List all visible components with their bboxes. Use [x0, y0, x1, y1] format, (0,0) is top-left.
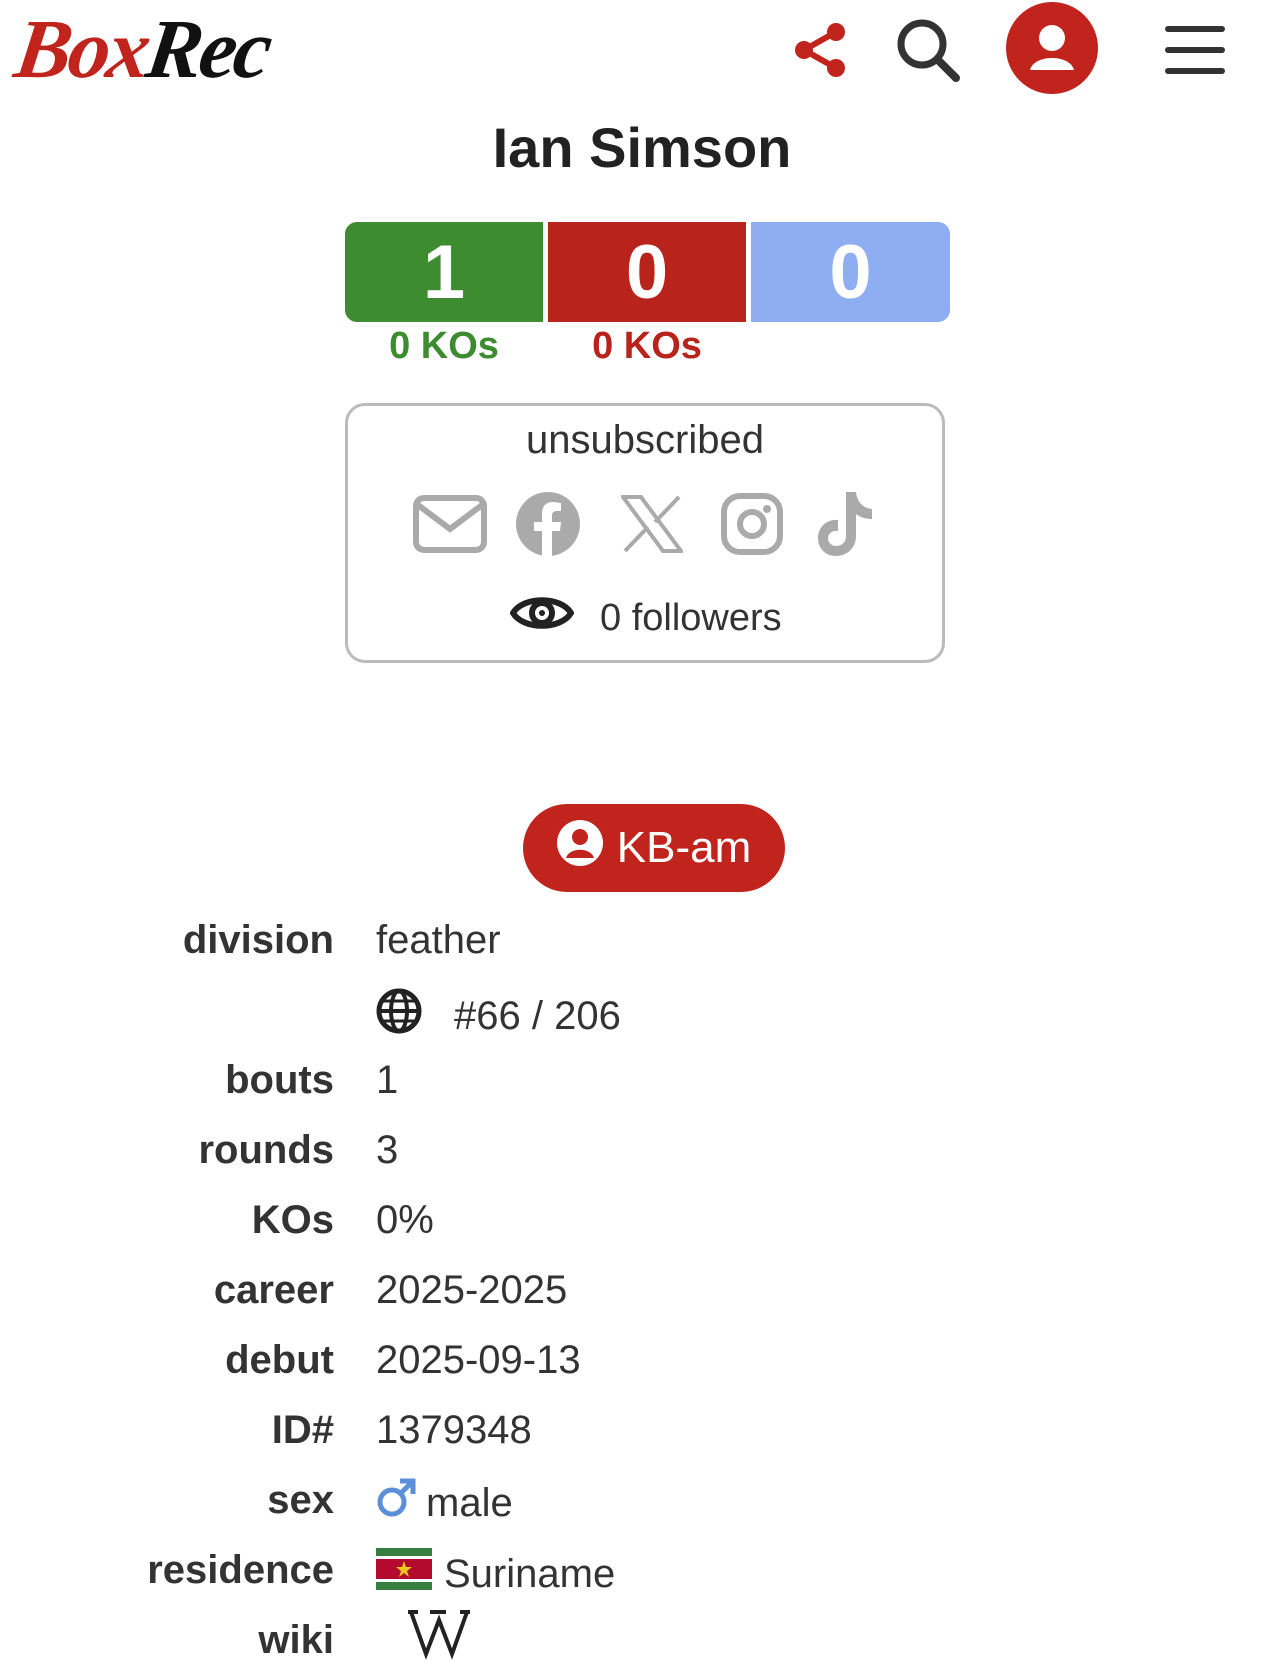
wins-count: 1 [345, 222, 543, 322]
ranking-row[interactable]: #66 / 206 [376, 988, 621, 1044]
rounds-value: 3 [376, 1128, 399, 1172]
losses-kos: 0 KOs [592, 325, 702, 367]
tiktok-icon[interactable] [810, 488, 880, 560]
bouts-value: 1 [376, 1058, 399, 1102]
residence-value: Suriname [444, 1551, 616, 1596]
boxer-name: Ian Simson [492, 116, 792, 179]
debut-value: 2025-09-13 [376, 1338, 581, 1382]
residence-label: residence [147, 1548, 334, 1592]
bouts-label: bouts [225, 1058, 334, 1102]
losses-count: 0 [548, 222, 746, 322]
wikipedia-icon[interactable] [406, 1606, 472, 1660]
boxrec-logo[interactable]: BoxRec [10, 3, 276, 96]
subscription-status: unsubscribed [526, 418, 764, 462]
email-icon[interactable] [410, 488, 490, 560]
career-label: career [213, 1268, 334, 1312]
draws-count: 0 [751, 222, 950, 322]
residence-row[interactable]: Suriname [376, 1548, 615, 1600]
followers-count: 0 followers [600, 596, 782, 639]
career-value: 2025-2025 [376, 1268, 568, 1312]
sex-row: male [376, 1478, 513, 1528]
search-icon[interactable] [883, 5, 973, 95]
followers-row: 0 followers [509, 590, 782, 646]
ranking-value: #66 / 206 [454, 993, 621, 1038]
globe-icon [376, 988, 422, 1044]
suriname-flag-icon [376, 1548, 432, 1600]
division-value[interactable]: feather [376, 918, 501, 963]
wins-kos: 0 KOs [389, 325, 499, 367]
facebook-icon[interactable] [512, 488, 584, 560]
instagram-icon[interactable] [716, 488, 788, 560]
kos-label: KOs [251, 1198, 334, 1242]
sex-value: male [426, 1480, 513, 1525]
rounds-label: rounds [198, 1128, 334, 1172]
kb-am-badge-button[interactable]: KB-am [523, 804, 785, 892]
wiki-label: wiki [258, 1618, 334, 1662]
share-icon[interactable] [775, 5, 865, 95]
eye-icon [509, 590, 575, 646]
division-label: division [182, 918, 334, 962]
sex-label: sex [267, 1478, 334, 1522]
user-account-icon[interactable] [1006, 2, 1098, 94]
badge-label: KB-am [616, 823, 752, 872]
menu-icon[interactable] [1150, 5, 1240, 95]
male-symbol-icon [376, 1478, 416, 1528]
id-label: ID# [271, 1408, 334, 1452]
x-icon[interactable] [616, 488, 688, 560]
id-value: 1379348 [376, 1408, 532, 1452]
kos-value: 0% [376, 1198, 434, 1242]
debut-label: debut [225, 1338, 334, 1382]
user-circle-icon [556, 819, 603, 877]
